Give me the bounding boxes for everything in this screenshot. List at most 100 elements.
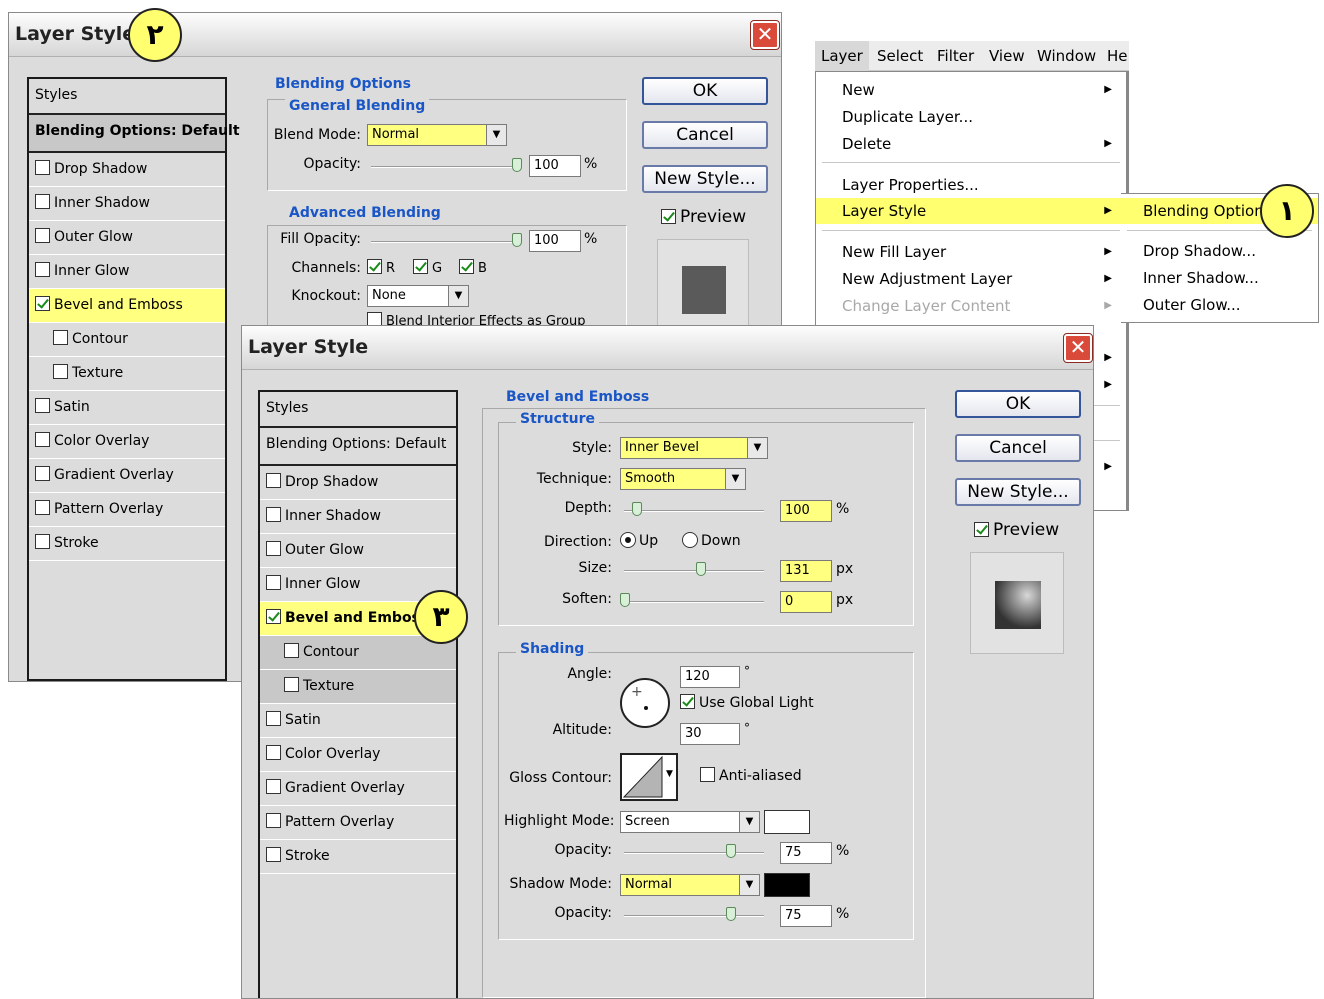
menu-item-delete[interactable]: Delete ▶	[816, 131, 1126, 157]
blending-options-item[interactable]: Blending Options: Default	[29, 115, 240, 153]
slider-thumb[interactable]	[696, 562, 706, 576]
cancel-button[interactable]: Cancel	[642, 121, 768, 149]
checkbox[interactable]	[35, 160, 50, 175]
style-item-gradient-overlay[interactable]: Gradient Overlay	[260, 772, 456, 806]
checkbox[interactable]	[266, 813, 281, 828]
style-item-outer-glow[interactable]: Outer Glow	[29, 221, 225, 255]
blending-options-item[interactable]: Blending Options: Default	[260, 428, 456, 466]
menu-filter[interactable]: Filter	[931, 41, 980, 71]
style-item-bevel-and-emboss[interactable]: Bevel and Emboss	[29, 289, 225, 323]
styles-header[interactable]: Styles	[260, 392, 456, 428]
radio-selected[interactable]	[620, 532, 636, 548]
checkbox-checked[interactable]	[367, 259, 382, 274]
soften-slider[interactable]	[620, 593, 764, 607]
checkbox[interactable]	[35, 432, 50, 447]
technique-select[interactable]: Smooth ▼	[620, 468, 746, 490]
checkbox[interactable]	[53, 364, 68, 379]
menu-item-layer-style[interactable]: Layer Style ▶	[816, 198, 1126, 224]
size-field[interactable]: 131	[780, 560, 832, 582]
direction-down-radio[interactable]: Down	[682, 532, 741, 549]
ok-button[interactable]: OK	[642, 77, 768, 105]
style-item-stroke[interactable]: Stroke	[260, 840, 456, 874]
submenu-item-outer-glow[interactable]: Outer Glow...	[1121, 292, 1318, 318]
checkbox[interactable]	[35, 500, 50, 515]
checkbox[interactable]	[284, 643, 299, 658]
style-item-pattern-overlay[interactable]: Pattern Overlay	[29, 493, 225, 527]
checkbox-checked[interactable]	[35, 296, 50, 311]
style-item-stroke[interactable]: Stroke	[29, 527, 225, 561]
checkbox[interactable]	[35, 534, 50, 549]
depth-slider[interactable]	[624, 502, 764, 516]
menu-help[interactable]: He	[1101, 41, 1134, 71]
close-icon[interactable]: ✕	[750, 20, 780, 50]
checkbox[interactable]	[266, 507, 281, 522]
shadow-color-swatch[interactable]	[764, 873, 810, 897]
style-item-texture[interactable]: Texture	[260, 670, 456, 704]
checkbox[interactable]	[266, 847, 281, 862]
checkbox[interactable]	[35, 466, 50, 481]
style-item-pattern-overlay[interactable]: Pattern Overlay	[260, 806, 456, 840]
cancel-button[interactable]: Cancel	[955, 434, 1081, 462]
checkbox[interactable]	[266, 473, 281, 488]
checkbox[interactable]	[35, 262, 50, 277]
channel-b[interactable]: B	[459, 259, 487, 276]
style-item-color-overlay[interactable]: Color Overlay	[260, 738, 456, 772]
checkbox-checked[interactable]	[680, 694, 695, 709]
channel-r[interactable]: R	[367, 259, 395, 276]
style-item-satin[interactable]: Satin	[260, 704, 456, 738]
style-item-satin[interactable]: Satin	[29, 391, 225, 425]
fill-opacity-field[interactable]: 100	[529, 230, 581, 252]
altitude-field[interactable]: 30	[680, 723, 740, 745]
close-icon[interactable]: ✕	[1063, 333, 1093, 363]
new-style-button[interactable]: New Style...	[955, 478, 1081, 506]
checkbox[interactable]	[700, 767, 715, 782]
checkbox[interactable]	[266, 575, 281, 590]
checkbox[interactable]	[284, 677, 299, 692]
checkbox[interactable]	[266, 779, 281, 794]
menu-item-layer-properties[interactable]: Layer Properties...	[816, 172, 1126, 198]
style-item-texture[interactable]: Texture	[29, 357, 225, 391]
anti-aliased-checkbox[interactable]: Anti-aliased	[700, 767, 802, 784]
menu-select[interactable]: Select	[871, 41, 929, 71]
angle-dial[interactable]: +	[620, 678, 670, 728]
gloss-contour-picker[interactable]: ▼	[620, 753, 678, 801]
submenu-item-inner-shadow[interactable]: Inner Shadow...	[1121, 265, 1318, 291]
slider-thumb[interactable]	[632, 502, 642, 516]
highlight-opacity-field[interactable]: 75	[780, 842, 832, 864]
menu-view[interactable]: View	[983, 41, 1031, 71]
new-style-button[interactable]: New Style...	[642, 165, 768, 193]
preview-checkbox[interactable]: Preview	[974, 520, 1059, 540]
checkbox[interactable]	[35, 228, 50, 243]
preview-checkbox[interactable]: Preview	[661, 207, 746, 227]
style-item-outer-glow[interactable]: Outer Glow	[260, 534, 456, 568]
style-item-drop-shadow[interactable]: Drop Shadow	[260, 466, 456, 500]
ok-button[interactable]: OK	[955, 390, 1081, 418]
soften-field[interactable]: 0	[780, 591, 832, 613]
checkbox[interactable]	[53, 330, 68, 345]
menu-layer[interactable]: Layer	[815, 41, 869, 71]
style-item-drop-shadow[interactable]: Drop Shadow	[29, 153, 225, 187]
channel-g[interactable]: G	[413, 259, 442, 276]
highlight-opacity-slider[interactable]	[624, 844, 764, 858]
style-item-gradient-overlay[interactable]: Gradient Overlay	[29, 459, 225, 493]
opacity-field[interactable]: 100	[529, 155, 581, 177]
highlight-color-swatch[interactable]	[764, 810, 810, 834]
slider-thumb[interactable]	[620, 593, 630, 607]
styles-header[interactable]: Styles	[29, 79, 225, 115]
checkbox[interactable]	[266, 745, 281, 760]
knockout-select[interactable]: None ▼	[367, 285, 469, 307]
checkbox-checked[interactable]	[459, 259, 474, 274]
checkbox-checked[interactable]	[974, 522, 989, 537]
shadow-mode-select[interactable]: Normal ▼	[620, 874, 760, 896]
menu-item-new-fill-layer[interactable]: New Fill Layer ▶	[816, 239, 1126, 265]
style-item-color-overlay[interactable]: Color Overlay	[29, 425, 225, 459]
checkbox[interactable]	[266, 541, 281, 556]
menu-item-duplicate-layer[interactable]: Duplicate Layer...	[816, 104, 1126, 130]
style-item-inner-glow[interactable]: Inner Glow	[29, 255, 225, 289]
blend-mode-select[interactable]: Normal ▼	[367, 124, 507, 146]
shadow-opacity-slider[interactable]	[624, 907, 764, 921]
submenu-item-drop-shadow[interactable]: Drop Shadow...	[1121, 238, 1318, 264]
menu-item-new-adjustment-layer[interactable]: New Adjustment Layer ▶	[816, 266, 1126, 292]
checkbox[interactable]	[35, 398, 50, 413]
menu-item-new[interactable]: New ▶	[816, 77, 1126, 103]
